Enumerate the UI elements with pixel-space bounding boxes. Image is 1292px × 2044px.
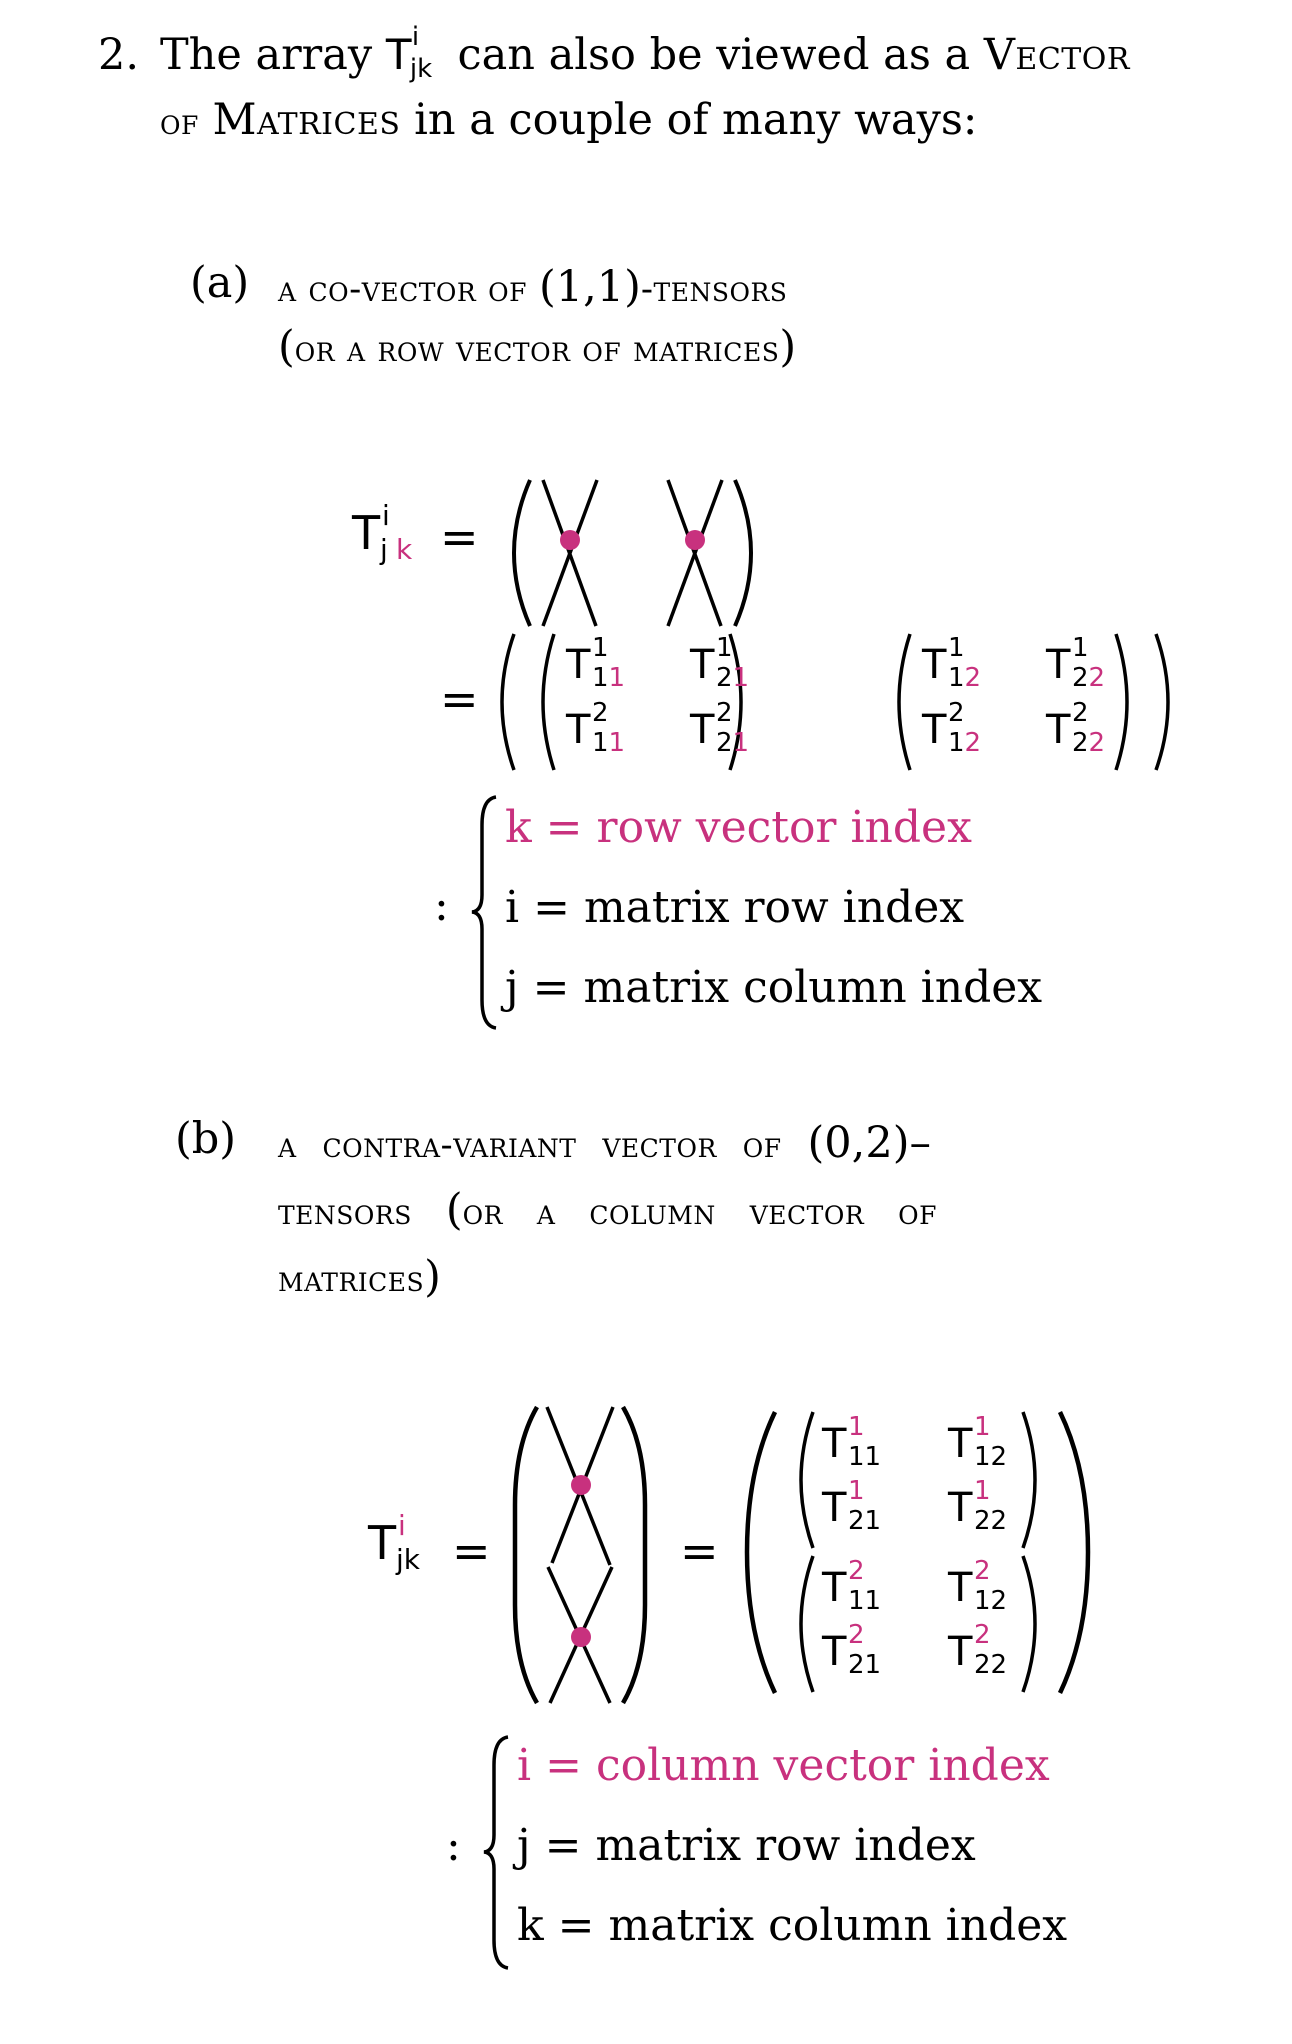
section-a-colon: : [434, 880, 449, 931]
section-a-heading-line-1: a co-vector of (1,1)-tensors [278, 262, 787, 312]
intro-text-post: can also be viewed as a [443, 30, 984, 80]
section-b-matrices: matrices [278, 1259, 425, 1300]
cross-dot [560, 530, 580, 550]
legend-row: j = matrix column index [505, 962, 1043, 1013]
right-paren [621, 1405, 648, 1705]
matrix-cell: T 2 12 [922, 698, 982, 758]
section-b-heading-alt: or a column vector of [462, 1192, 937, 1233]
lhs-base: T [368, 1516, 397, 1570]
matrix-cell: T 2 11 [566, 698, 626, 758]
paren-close: ) [424, 1252, 441, 1302]
intro-line-1: The array Ti jk can also be viewed as a V… [160, 24, 1130, 84]
section-a-equals-2: = [440, 672, 479, 726]
tensor-sup: i [411, 22, 420, 52]
section-b-equals-1: = [452, 1524, 491, 1578]
cross-dot [571, 1627, 591, 1647]
section-b-equals-2: = [680, 1524, 719, 1578]
tensor-sub: jk [409, 54, 433, 84]
cross-dot [685, 530, 705, 550]
outer-right-paren [1154, 633, 1170, 771]
lhs-sub: jk [396, 1543, 420, 1576]
section-b-dash: – [909, 1118, 931, 1168]
intro-line-2: of Matrices in a couple of many ways: [160, 95, 977, 145]
section-b-heading-line-3: matrices) [278, 1252, 441, 1302]
right-paren [733, 479, 753, 627]
matrix-cell: T 2 21 [822, 1620, 882, 1680]
intro-text-pre: The array [160, 30, 386, 80]
paren-close: ) [779, 322, 797, 372]
section-a-tuple: (1,1) [538, 262, 641, 312]
legend-row: i = matrix row index [505, 882, 965, 933]
tensor-symbol: Ti jk [385, 24, 444, 84]
section-a-diagram [512, 479, 753, 627]
matrix-cell: T 1 12 [948, 1412, 1008, 1472]
section-a-label: (a) [190, 258, 250, 308]
section-a-lhs: T i j k [352, 502, 432, 580]
lhs-sub-j: j [380, 533, 388, 566]
matrix-cell: T 2 22 [1046, 698, 1106, 758]
outer-left-paren [500, 633, 516, 771]
matrix-cell: T 2 12 [948, 1556, 1008, 1616]
matrix-cell: T 1 22 [948, 1476, 1008, 1536]
left-brace-icon [471, 795, 497, 1030]
intro-matrices-term: Matrices [212, 95, 401, 145]
section-a-heading-text: a co-vector of [278, 269, 539, 310]
outer-right-paren [1057, 1411, 1091, 1694]
legend-row-highlight: i = column vector index [517, 1740, 1050, 1791]
matrix-cell: T 1 11 [822, 1412, 882, 1472]
legend-row: k = matrix column index [517, 1900, 1068, 1951]
m1-left-paren [799, 1411, 815, 1549]
section-a-equals-1: = [440, 510, 479, 564]
intro-of-term: of [160, 102, 199, 143]
section-a-heading-line-2: (or a row vector of matrices) [278, 322, 796, 372]
m1-left-paren [541, 633, 556, 771]
section-b-tuple: (0,2) [807, 1118, 910, 1168]
paren-open: ( [278, 322, 295, 372]
matrix-cell: T 1 12 [922, 633, 982, 693]
section-b-lhs: T i jk [368, 1512, 448, 1590]
section-b-tensors: tensors [278, 1192, 446, 1233]
lhs-base: T [352, 506, 381, 560]
matrix-cell: T 2 21 [690, 698, 750, 758]
left-paren [512, 1405, 539, 1705]
paren-open: ( [445, 1185, 463, 1235]
lhs-sup: i [398, 1509, 406, 1542]
left-brace-icon [483, 1735, 509, 1970]
m2-left-paren [799, 1555, 815, 1693]
cross-dot [571, 1475, 591, 1495]
matrix-cell: T 1 21 [690, 633, 750, 693]
section-b-heading-text: a contra-variant vector of [278, 1125, 808, 1166]
lhs-sup: i [382, 499, 390, 532]
lhs-sub-k: k [396, 533, 413, 566]
m2-right-paren [1114, 633, 1129, 771]
left-paren [512, 479, 532, 627]
section-b-heading-line-2: tensors (or a column vector of [278, 1185, 937, 1235]
column-matrix-parens [744, 1411, 1091, 1694]
outer-left-paren [744, 1411, 778, 1694]
section-b-diagram [512, 1405, 648, 1705]
tensor-base: T [385, 30, 412, 79]
matrix-cell: T 2 11 [822, 1556, 882, 1616]
matrix-cell: T 2 22 [948, 1620, 1008, 1680]
matrix-cell: T 1 21 [822, 1476, 882, 1536]
intro-vector-term: Vector [983, 30, 1130, 80]
matrix-cell: T 1 22 [1046, 633, 1106, 693]
section-a-heading-suffix: -tensors [640, 269, 788, 310]
legend-row: j = matrix row index [517, 1820, 976, 1871]
legend-row-highlight: k = row vector index [505, 802, 972, 853]
section-b-label: (b) [175, 1114, 237, 1164]
item-number: 2. [98, 30, 140, 80]
matrix-cell: T 1 11 [566, 633, 626, 693]
intro-text-end: in a couple of many ways: [400, 95, 978, 145]
m2-right-paren [1021, 1555, 1037, 1693]
m2-left-paren [897, 633, 912, 771]
section-a-heading-alt: or a row vector of matrices [294, 329, 780, 370]
section-b-heading-line-1: a contra-variant vector of (0,2)– [278, 1118, 931, 1168]
m1-right-paren [1021, 1411, 1037, 1549]
section-b-colon: : [446, 1820, 461, 1871]
